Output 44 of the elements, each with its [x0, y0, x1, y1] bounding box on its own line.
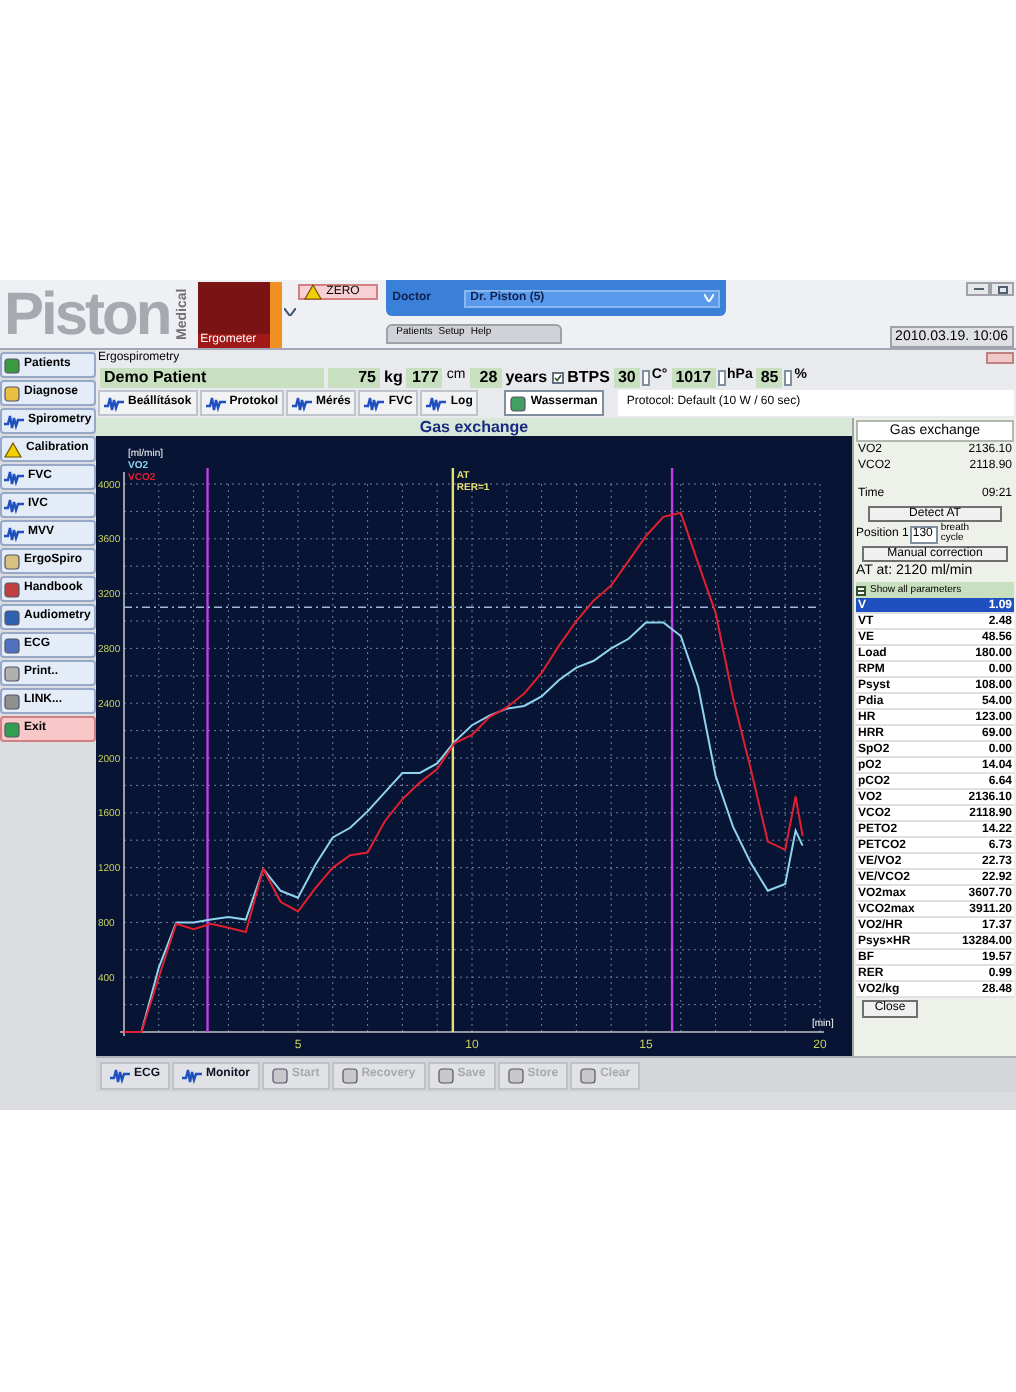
age-value: 28: [469, 367, 502, 387]
square-icon: [4, 385, 20, 401]
maximize-button[interactable]: [990, 282, 1014, 296]
warning-icon: [4, 441, 22, 457]
wave-icon: [292, 395, 313, 411]
btps-checkbox[interactable]: [551, 371, 564, 383]
wave-icon: [205, 395, 226, 411]
square-icon: [510, 395, 527, 411]
spinner-field[interactable]: 30: [613, 367, 640, 387]
wave-icon: [426, 395, 447, 411]
wave-icon: [364, 395, 385, 411]
warning-icon: [304, 284, 323, 300]
square-icon: [272, 1067, 289, 1083]
show-all-checkbox[interactable]: [856, 585, 866, 595]
square-icon: [4, 637, 20, 653]
square-icon: [4, 581, 20, 597]
square-icon: [507, 1067, 524, 1083]
square-icon: [4, 693, 20, 709]
square-icon: [341, 1067, 358, 1083]
square-icon: [4, 721, 20, 737]
patient-name: Demo Patient: [100, 367, 324, 387]
spinner-field[interactable]: 1017: [671, 367, 716, 387]
square-icon: [4, 553, 20, 569]
unit-label: kg: [384, 365, 403, 389]
square-icon: [4, 357, 20, 373]
logo: Piston: [2, 280, 172, 348]
minimize-button[interactable]: [966, 282, 990, 296]
chart-title: Gas exchange: [96, 418, 852, 436]
wave-icon: [104, 395, 124, 411]
check-icon: [553, 373, 562, 381]
square-icon: [580, 1067, 597, 1083]
btps-label: BTPS: [567, 365, 610, 389]
wave-icon: [110, 1067, 130, 1083]
square-icon: [4, 665, 20, 681]
wave-icon: [4, 413, 24, 429]
caret-icon: [704, 294, 715, 302]
weight-value: 75: [328, 367, 380, 387]
wave-icon: [182, 1067, 203, 1083]
spinner-field[interactable]: 85: [756, 367, 783, 387]
square-icon: [437, 1067, 454, 1083]
square-icon: [4, 609, 20, 625]
unit-label: years: [505, 365, 548, 389]
height-value: 177: [406, 367, 443, 387]
caret-icon[interactable]: [284, 308, 297, 316]
